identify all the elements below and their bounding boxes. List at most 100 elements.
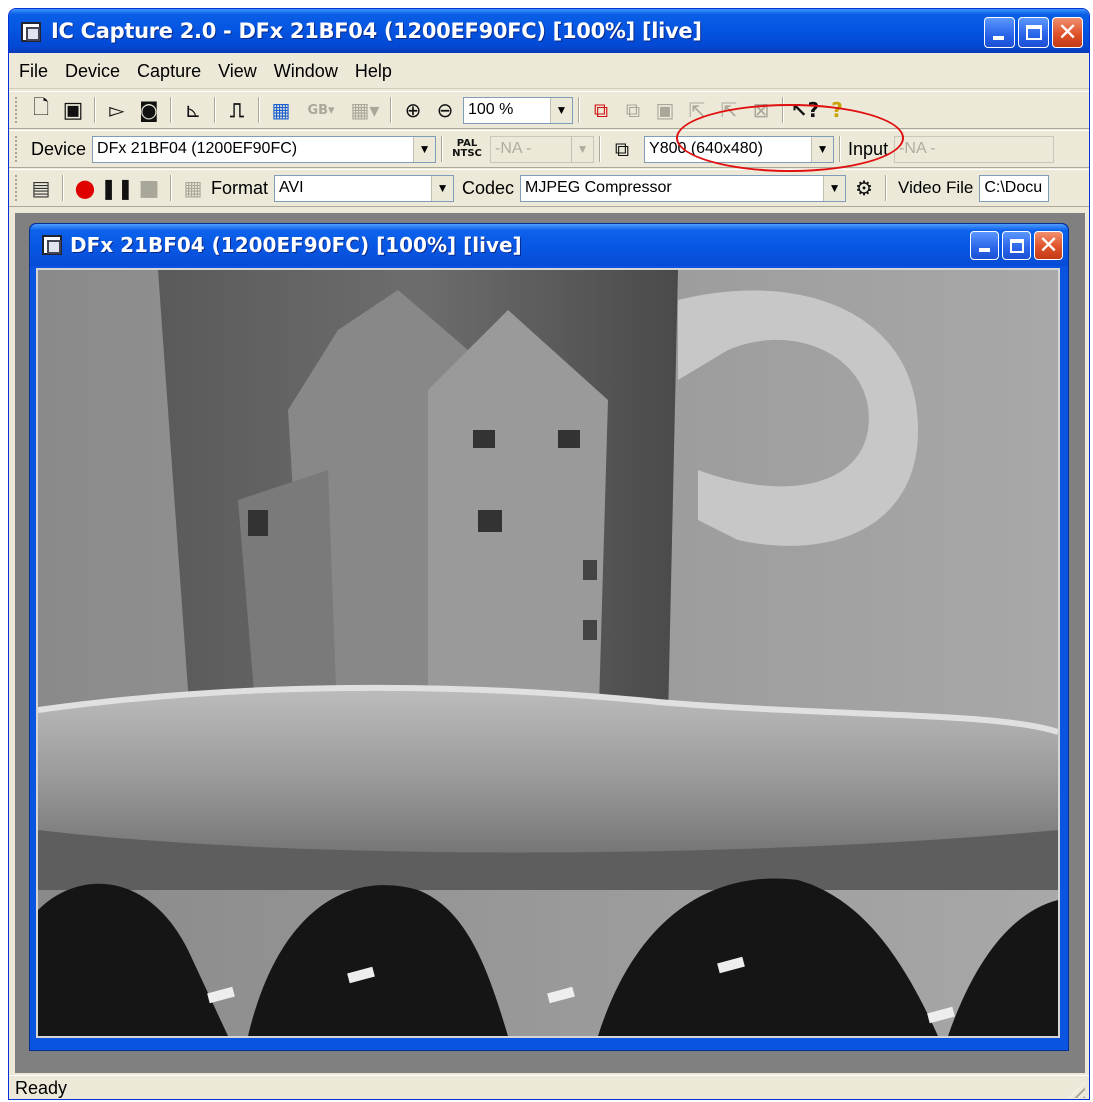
toolbar-grip[interactable] <box>15 175 19 201</box>
overlay-frame-icon: ▣ <box>655 98 675 122</box>
menu-file[interactable]: File <box>19 61 48 82</box>
child-minimize-button[interactable] <box>970 231 999 260</box>
zoom-value: 100 % <box>468 101 514 118</box>
toolbar-separator <box>214 97 216 123</box>
toolbar-separator <box>170 97 172 123</box>
live-video-frame <box>38 270 1058 1036</box>
maximize-button[interactable] <box>1018 17 1049 48</box>
video-format-icon[interactable]: ⧉ <box>608 135 636 163</box>
snapshot-camera-icon[interactable]: ◙ <box>135 96 163 124</box>
record-icon[interactable]: ● <box>71 174 99 202</box>
codec-config-gear-icon[interactable]: ⚙ <box>850 174 878 202</box>
help-icon[interactable]: ? <box>823 96 851 124</box>
menu-view[interactable]: View <box>218 61 257 82</box>
trigger-icon[interactable]: ⎍ <box>223 96 251 124</box>
toolbar-separator <box>258 97 260 123</box>
minimize-icon <box>979 248 990 252</box>
ntsc-label: NTSC <box>452 148 482 159</box>
main-toolbar: 🗋 ▣ ▻ ◙ ⊾ ⎍ ▦ GB ▾ ▦▾ ⊕ ⊖ 100 % ▼ ⧉ ⧉ ▣ ⇱… <box>9 91 1089 129</box>
caption-buttons: ✕ <box>984 17 1083 48</box>
main-window: IC Capture 2.0 - DFx 21BF04 (1200EF90FC)… <box>8 8 1090 1100</box>
toolbar-separator <box>170 175 172 201</box>
gb-dropdown-icon: GB ▾ <box>307 102 335 118</box>
menu-window[interactable]: Window <box>274 61 338 82</box>
stop-icon: ■ <box>138 175 160 201</box>
video-file-input[interactable]: C:\Docu <box>979 174 1050 202</box>
minimize-icon <box>993 36 1004 40</box>
toolbar-grip[interactable] <box>15 136 19 162</box>
zoom-combo[interactable]: 100 % ▼ <box>463 96 573 124</box>
device-label: Device <box>31 138 87 159</box>
toolbar-separator <box>599 136 602 162</box>
chevron-down-icon[interactable]: ▼ <box>550 97 572 123</box>
app-icon[interactable] <box>42 235 62 255</box>
live-video-icon[interactable]: ▻ <box>103 96 131 124</box>
app-icon[interactable] <box>21 22 41 42</box>
zoom-out-icon[interactable]: ⊖ <box>431 96 459 124</box>
resize-grip-icon[interactable] <box>1069 1082 1085 1098</box>
capture-settings-icon[interactable]: ▤ <box>27 174 55 202</box>
maximize-icon <box>1010 239 1024 253</box>
save-icon[interactable]: ▣ <box>59 96 87 124</box>
device-toolbar: Device DFx 21BF04 (1200EF90FC) ▼ PAL NTS… <box>9 130 1089 168</box>
context-help-icon[interactable]: ↖? <box>791 96 819 124</box>
toolbar-separator <box>782 97 784 123</box>
codec-combo[interactable]: MJPEG Compressor ▼ <box>520 174 847 202</box>
close-icon: ✕ <box>1057 18 1078 46</box>
overlay-edit-icon: ⧉ <box>625 98 641 122</box>
child-maximize-button[interactable] <box>1002 231 1031 260</box>
chevron-down-icon[interactable]: ▼ <box>413 136 436 162</box>
input-label: Input <box>848 138 889 159</box>
live-video-window: DFx 21BF04 (1200EF90FC) [100%] [live] ✕ <box>29 223 1069 1051</box>
menu-bar: File Device Capture View Window Help <box>9 55 1089 89</box>
maximize-icon <box>1026 25 1042 40</box>
child-caption-buttons: ✕ <box>970 231 1063 260</box>
toolbar-separator <box>390 97 392 123</box>
child-window-title: DFx 21BF04 (1200EF90FC) [100%] [live] <box>70 233 522 257</box>
child-close-button[interactable]: ✕ <box>1034 231 1063 260</box>
video-norm-icon[interactable]: PAL NTSC <box>450 135 484 163</box>
mdi-workspace: DFx 21BF04 (1200EF90FC) [100%] [live] ✕ <box>15 213 1085 1073</box>
child-title-bar[interactable]: DFx 21BF04 (1200EF90FC) [100%] [live] ✕ <box>30 224 1068 266</box>
video-norm-combo: -NA - ▼ <box>490 135 595 163</box>
zoom-in-icon[interactable]: ⊕ <box>399 96 427 124</box>
menu-device[interactable]: Device <box>65 61 120 82</box>
chevron-down-icon[interactable]: ▼ <box>811 136 834 162</box>
chevron-down-icon[interactable]: ▼ <box>823 175 846 201</box>
new-document-icon[interactable]: 🗋 <box>27 95 55 124</box>
title-bar[interactable]: IC Capture 2.0 - DFx 21BF04 (1200EF90FC)… <box>9 9 1089 53</box>
close-icon: ✕ <box>1038 231 1059 259</box>
pause-icon[interactable]: ❚❚ <box>100 174 134 202</box>
histogram-icon[interactable]: ⊾ <box>179 96 207 124</box>
device-combo[interactable]: DFx 21BF04 (1200EF90FC) ▼ <box>92 135 437 163</box>
toolbar-separator <box>441 136 444 162</box>
overlay-delete-icon: ⊠ <box>752 98 770 122</box>
chevron-down-icon[interactable]: ▼ <box>431 175 454 201</box>
codec-label: Codec <box>462 177 515 198</box>
toolbar-separator <box>94 97 96 123</box>
format-label: Format <box>211 177 269 198</box>
codec-value: MJPEG Compressor <box>525 179 672 196</box>
overlay-add-icon[interactable]: ⧉ <box>587 96 615 124</box>
menu-help[interactable]: Help <box>355 61 392 82</box>
live-video-display[interactable] <box>36 268 1060 1038</box>
toolbar-separator <box>578 97 580 123</box>
status-text: Ready <box>15 1078 68 1098</box>
close-button[interactable]: ✕ <box>1052 17 1083 48</box>
format-combo[interactable]: AVI ▼ <box>274 174 455 202</box>
toolbar-separator <box>839 136 842 162</box>
color-settings-icon[interactable]: ▦ <box>267 96 295 124</box>
format-value: AVI <box>279 179 304 196</box>
video-format-value: Y800 (640x480) <box>649 140 763 157</box>
video-format-combo[interactable]: Y800 (640x480) ▼ <box>644 135 835 163</box>
menu-capture[interactable]: Capture <box>137 61 201 82</box>
chevron-down-icon: ▼ <box>571 136 594 162</box>
toolbar-grip[interactable] <box>15 97 19 123</box>
codec-properties-icon: ▦ <box>183 176 203 200</box>
overlay-export-icon: ⇱ <box>688 98 706 122</box>
gb-label: GB <box>307 102 329 118</box>
toolbar-separator <box>62 175 64 201</box>
overlay-import-icon: ⇱ <box>720 98 738 122</box>
minimize-button[interactable] <box>984 17 1015 48</box>
toolbar-separator <box>885 175 888 201</box>
